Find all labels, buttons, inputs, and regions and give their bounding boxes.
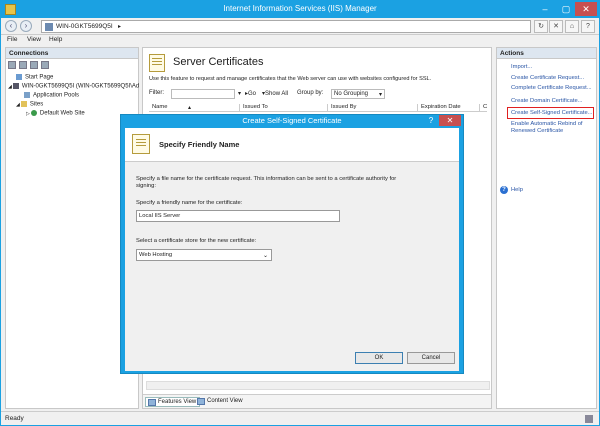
friendly-name-input[interactable]: Local IIS Server: [136, 210, 340, 222]
action-enable-automatic-rebind-line2[interactable]: Renewed Certificate: [511, 128, 563, 135]
actions-header: Actions: [497, 48, 596, 59]
tree-item-application-pools[interactable]: Application Pools: [8, 92, 138, 101]
address-path: WIN-0GKT5699Q5I: [56, 23, 113, 30]
filter-dropdown-icon[interactable]: ▾: [238, 90, 241, 97]
tab-features-view[interactable]: Features View: [145, 397, 201, 407]
help-icon: ?: [500, 186, 508, 194]
address-bar: ‹ › WIN-0GKT5699Q5I ▸ ↻ ✕ ⌂ ?: [1, 18, 599, 35]
action-create-domain-certificate[interactable]: Create Domain Certificate...: [511, 98, 583, 105]
dialog-help-button[interactable]: ?: [423, 115, 439, 126]
dialog-title: Create Self-Signed Certificate: [242, 116, 342, 125]
certificate-store-select[interactable]: Web Hosting ⌄: [136, 249, 272, 261]
action-create-certificate-request[interactable]: Create Certificate Request...: [511, 75, 584, 82]
cancel-button[interactable]: Cancel: [407, 352, 455, 364]
page-description: Use this feature to request and manage c…: [149, 76, 432, 82]
page-title: Server Certificates: [173, 56, 264, 68]
certificate-icon: [149, 54, 165, 72]
back-icon[interactable]: ‹: [5, 20, 17, 32]
expand-icon[interactable]: ▷: [26, 111, 30, 117]
certificate-store-label: Select a certificate store for the new c…: [136, 238, 257, 244]
filter-label: Filter:: [149, 90, 164, 96]
sites-folder-icon: [20, 101, 27, 107]
save-icon[interactable]: [19, 61, 27, 69]
column-issued-by[interactable]: Issued By: [327, 104, 356, 112]
action-complete-certificate-request[interactable]: Complete Certificate Request...: [511, 85, 592, 92]
app-pools-icon: [24, 92, 30, 98]
filter-input[interactable]: [171, 89, 235, 99]
connections-pane: Connections Start Page ◢ WIN-0GKT5699Q5I …: [5, 47, 139, 409]
title-bar: Internet Information Services (IIS) Mana…: [1, 1, 599, 18]
go-button[interactable]: ▸ Go: [245, 90, 256, 97]
filter-bar: Filter: ▾ ▸ Go ▾ Show All Group by: No G…: [149, 89, 487, 100]
actions-pane: Actions Import... Create Certificate Req…: [496, 47, 597, 409]
tree-item-start-page[interactable]: Start Page: [8, 74, 138, 83]
close-button[interactable]: ✕: [575, 2, 597, 16]
connect-icon[interactable]: [8, 61, 16, 69]
start-page-icon: [16, 74, 22, 80]
tree-item-server[interactable]: ◢ WIN-0GKT5699Q5I (WIN-0GKT5699Q5I\Ad: [8, 83, 139, 92]
features-view-icon: [148, 399, 156, 406]
address-arrow: ▸: [118, 24, 122, 30]
column-c[interactable]: C: [479, 104, 487, 112]
dialog-description: Specify a file name for the certificate …: [136, 176, 397, 189]
group-by-label: Group by:: [297, 90, 324, 96]
resize-grip-icon[interactable]: [585, 415, 593, 423]
server-icon: [45, 23, 53, 31]
action-import[interactable]: Import...: [511, 64, 532, 71]
tree-item-default-web-site[interactable]: ▷ Default Web Site: [8, 110, 138, 119]
column-expiration-date[interactable]: Expiration Date: [417, 104, 461, 112]
menu-view[interactable]: View: [27, 36, 41, 43]
action-enable-automatic-rebind[interactable]: Enable Automatic Rebind of: [511, 121, 583, 128]
disconnect-icon[interactable]: [41, 61, 49, 69]
dialog-heading: Specify Friendly Name: [159, 140, 240, 149]
view-tabs: Features View Content View: [143, 394, 491, 408]
collapse-icon[interactable]: ◢: [8, 84, 12, 90]
show-all-button[interactable]: ▾ Show All: [262, 90, 288, 97]
certificates-table-header: Name ▴ Issued To Issued By Expiration Da…: [149, 103, 487, 112]
connections-header: Connections: [6, 48, 138, 59]
create-self-signed-certificate-dialog: Create Self-Signed Certificate ? ✕ Speci…: [120, 114, 464, 374]
menu-bar: File View Help: [1, 35, 599, 46]
globe-icon: [30, 110, 37, 116]
certificate-icon: [132, 134, 150, 154]
server-icon: [12, 83, 19, 89]
dialog-close-button[interactable]: ✕: [439, 115, 461, 126]
column-name[interactable]: Name: [149, 104, 167, 112]
stop-icon[interactable]: ✕: [549, 20, 563, 33]
refresh-icon[interactable]: ↻: [534, 20, 548, 33]
horizontal-scrollbar[interactable]: [146, 381, 490, 390]
tree-item-sites[interactable]: ◢ Sites: [8, 101, 138, 110]
chevron-down-icon: ▾: [378, 92, 382, 98]
ok-button[interactable]: OK: [355, 352, 403, 364]
forward-icon[interactable]: ›: [20, 20, 32, 32]
chevron-down-icon: ⌄: [262, 253, 268, 259]
group-by-select[interactable]: No Grouping ▾: [331, 89, 385, 99]
sort-ascending-icon: ▴: [188, 105, 192, 111]
menu-file[interactable]: File: [7, 36, 17, 43]
status-bar: Ready: [1, 411, 599, 425]
connections-tree: Start Page ◢ WIN-0GKT5699Q5I (WIN-0GKT569…: [8, 74, 139, 119]
connections-toolbar: [8, 61, 52, 71]
content-view-icon: [197, 398, 205, 405]
tab-content-view[interactable]: Content View: [195, 397, 246, 407]
up-icon[interactable]: [30, 61, 38, 69]
home-icon[interactable]: ⌂: [565, 20, 579, 33]
column-issued-to[interactable]: Issued To: [239, 104, 268, 112]
dialog-body: Specify Friendly Name Specify a file nam…: [125, 128, 459, 371]
address-field[interactable]: WIN-0GKT5699Q5I ▸: [41, 20, 531, 33]
menu-help[interactable]: Help: [49, 36, 62, 43]
action-help[interactable]: Help: [511, 187, 523, 194]
help-icon[interactable]: ?: [581, 20, 595, 33]
highlight-box: [507, 107, 594, 119]
dialog-banner: Specify Friendly Name: [125, 128, 459, 162]
collapse-icon[interactable]: ◢: [16, 102, 20, 108]
window-title: Internet Information Services (IIS) Mana…: [223, 4, 377, 13]
status-text: Ready: [5, 415, 24, 422]
friendly-name-label: Specify a friendly name for the certific…: [136, 200, 243, 206]
